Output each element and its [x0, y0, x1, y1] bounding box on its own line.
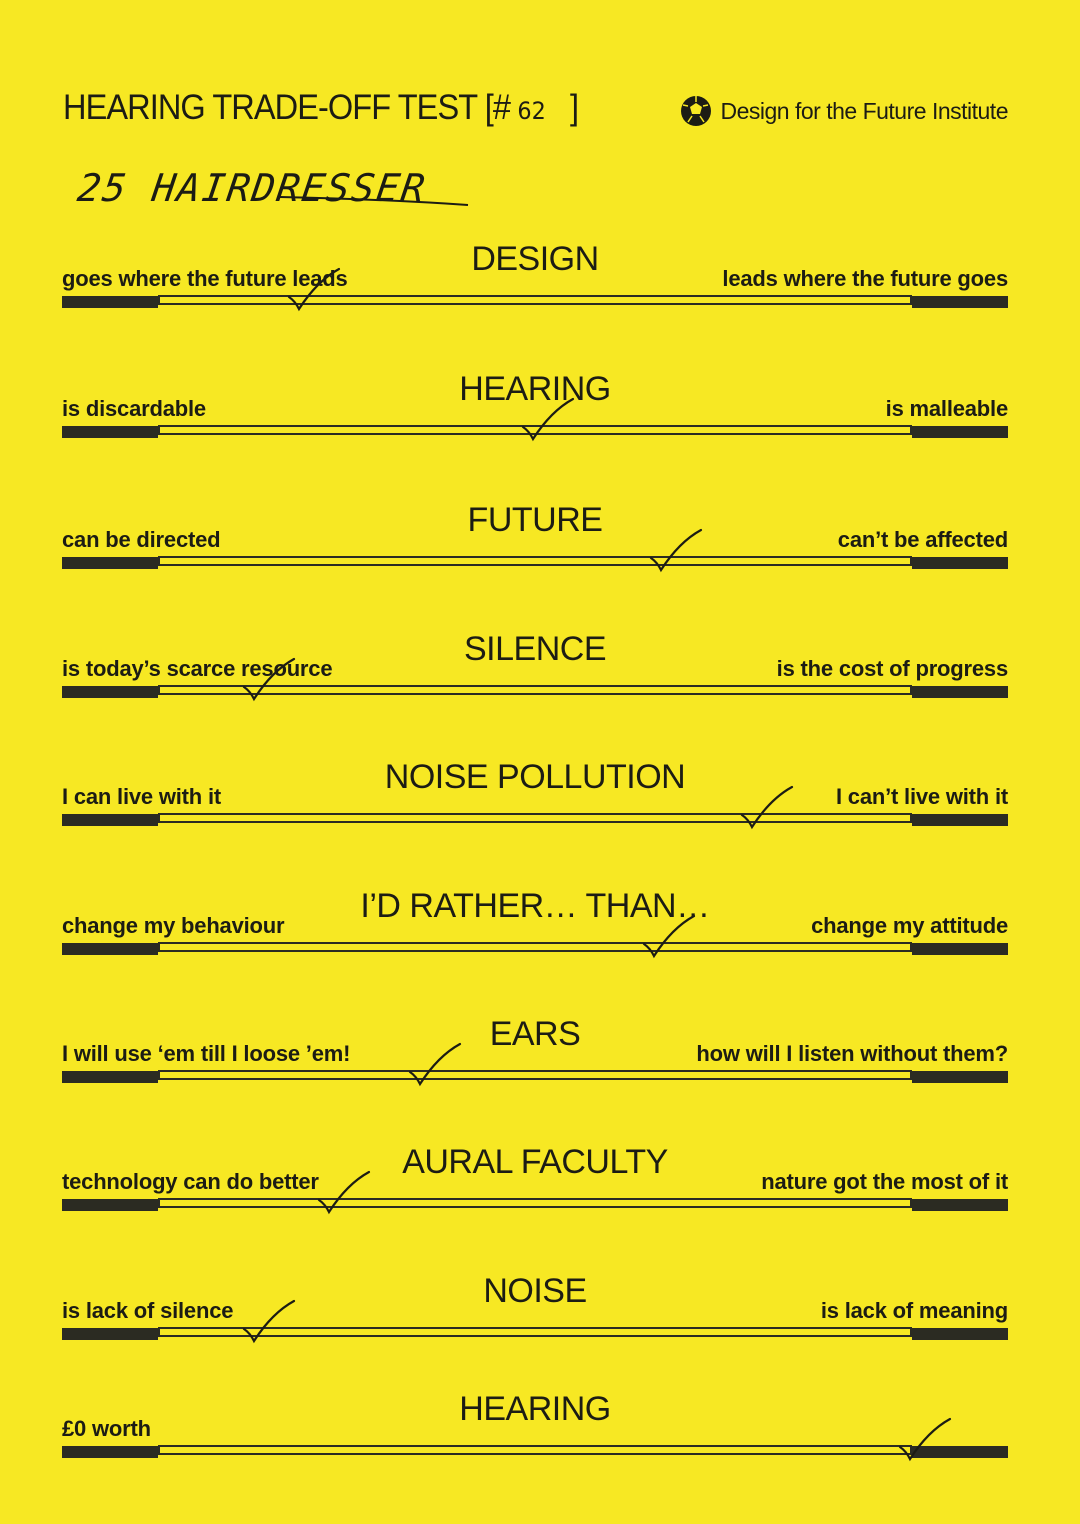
scale-row: £0 worth HEARING: [62, 1390, 1008, 1480]
scale-bar[interactable]: [62, 941, 1008, 957]
scale-row: is lack of silence NOISE is lack of meanin…: [62, 1272, 1008, 1362]
scale-end-left: [62, 1071, 158, 1083]
check-mark-icon: [740, 785, 793, 830]
check-mark-icon: [242, 657, 296, 702]
test-title-text: HEARING TRADE-OFF TEST [#: [63, 88, 511, 127]
check-mark-icon: [642, 914, 695, 959]
scale-bar[interactable]: [62, 684, 1008, 700]
institute: Design for the Future Institute: [679, 94, 1009, 128]
scale-end-right: [912, 1071, 1008, 1083]
scale-right-label: how will I listen without them?: [696, 1041, 1008, 1066]
scale-right-label: can’t be affected: [837, 527, 1008, 552]
scale-end-right: [912, 943, 1008, 955]
test-title: HEARING TRADE-OFF TEST [# 62]: [63, 88, 579, 128]
check-mark-icon: [650, 528, 703, 573]
scale-end-right: [912, 557, 1008, 569]
scale-right-label: is malleable: [885, 396, 1009, 421]
scale-end-right: [912, 426, 1008, 438]
scale-end-right: [912, 814, 1008, 826]
scale-track[interactable]: [158, 295, 912, 305]
scale-row: goes where the future leads DESIGN leads w…: [62, 240, 1008, 330]
scale-bar[interactable]: [62, 1444, 1008, 1460]
scale-end-left: [62, 814, 158, 826]
test-title-close: ]: [570, 88, 579, 127]
scale-bar[interactable]: [62, 294, 1008, 310]
scale-row: change my behaviour I’D RATHER… THAN… chan…: [62, 887, 1008, 977]
scale-right-label: is lack of meaning: [820, 1298, 1008, 1323]
scale-end-left: [62, 557, 158, 569]
scale-bar[interactable]: [62, 1197, 1008, 1213]
scale-end-left: [62, 1199, 158, 1211]
scale-row: technology can do better AURAL FACULTY nat…: [62, 1143, 1008, 1233]
scale-end-right: [912, 1328, 1008, 1340]
scale-right-label: leads where the future goes: [722, 266, 1008, 291]
check-mark-icon: [898, 1417, 952, 1462]
scale-end-right: [912, 296, 1008, 308]
check-mark-icon: [318, 1170, 371, 1215]
scale-bar[interactable]: [62, 555, 1008, 571]
scale-row: is discardable HEARING is malleable: [62, 370, 1009, 460]
scale-end-right: [912, 686, 1008, 698]
check-mark-icon: [242, 1299, 296, 1344]
scale-row: I will use ‘em till I loose ’em! EARS how …: [62, 1015, 1008, 1105]
scale-end-left: [62, 296, 158, 308]
scale-bar[interactable]: [62, 812, 1008, 828]
scale-right-label: change my attitude: [811, 913, 1008, 938]
scale-track[interactable]: [158, 1070, 912, 1080]
check-mark-icon: [521, 397, 575, 442]
scale-end-left: [62, 1328, 158, 1340]
handwriting-underline: [280, 196, 469, 206]
scale-row: is today’s scarce resource SILENCE is the …: [62, 630, 1009, 720]
scale-end-left: [62, 943, 158, 955]
scale-end-left: [62, 686, 158, 698]
scale-bar[interactable]: [62, 1069, 1008, 1085]
scale-right-label: is the cost of progress: [776, 656, 1009, 681]
check-mark-icon: [408, 1042, 461, 1087]
scale-end-left: [62, 426, 158, 438]
scale-end-left: [62, 1446, 158, 1458]
scale-bar[interactable]: [62, 1326, 1008, 1342]
scale-end-right: [912, 1199, 1008, 1211]
check-mark-icon: [288, 267, 341, 312]
scale-track[interactable]: [158, 942, 912, 952]
scale-right-label: nature got the most of it: [761, 1169, 1008, 1194]
scale-track[interactable]: [158, 556, 912, 566]
scale-right-label: I can’t live with it: [835, 784, 1008, 809]
scale-row: I can live with it NOISE POLLUTION I can’t…: [62, 758, 1008, 848]
test-number: 62: [517, 97, 546, 125]
institute-logo-icon: [680, 96, 711, 126]
scale-track[interactable]: [158, 1198, 912, 1208]
scale-topic: HEARING: [459, 1390, 611, 1428]
scale-row: can be directed FUTURE can’t be affected: [62, 501, 1008, 591]
scale-track[interactable]: [158, 1445, 912, 1455]
institute-name: Design for the Future Institute: [720, 97, 1009, 124]
header: HEARING TRADE-OFF TEST [# 62] Design for …: [63, 88, 1008, 138]
